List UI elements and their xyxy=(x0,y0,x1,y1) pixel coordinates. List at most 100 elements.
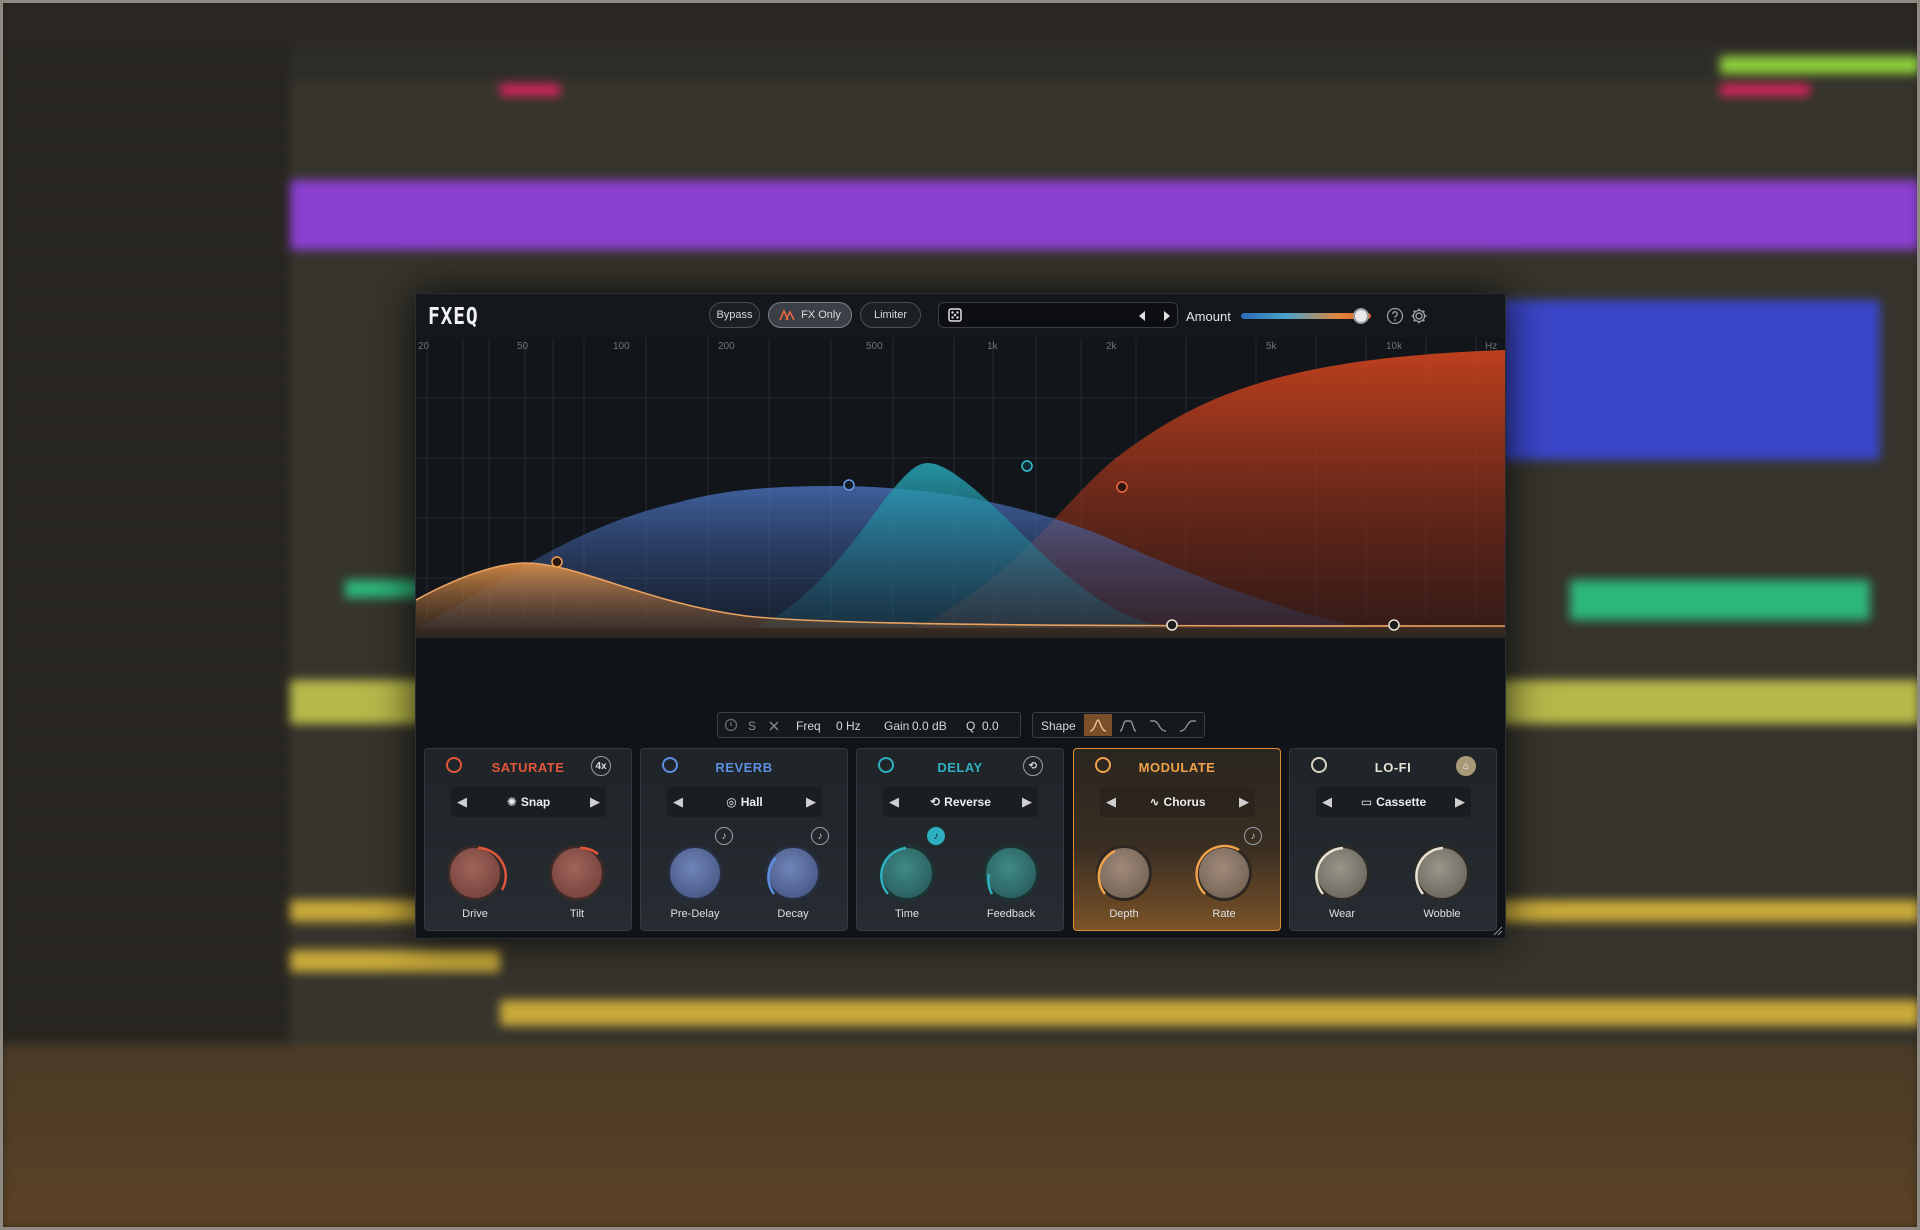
amount-label: Amount xyxy=(1186,309,1231,324)
pre-delay-knob[interactable] xyxy=(667,845,723,901)
rate-sync-note-icon[interactable]: ♪ xyxy=(1244,827,1262,845)
daw-track-row xyxy=(0,616,290,642)
preset-next-icon[interactable] xyxy=(1162,310,1172,322)
daw-track-row xyxy=(0,512,290,538)
daw-track-row xyxy=(0,980,290,1006)
band-freq-value[interactable]: 0 Hz xyxy=(836,719,861,733)
band-q-value[interactable]: 0.0 xyxy=(982,719,999,733)
decay-knob[interactable] xyxy=(765,845,821,901)
reverb-next-icon[interactable]: ▶ xyxy=(806,794,816,810)
daw-clip xyxy=(500,84,560,96)
delay-pingpong-icon[interactable]: ⟲ xyxy=(1023,756,1043,776)
bypass-button[interactable]: Bypass xyxy=(709,302,760,328)
reverb-type-selector[interactable]: ◀ ◎ Hall ▶ xyxy=(667,787,822,817)
saturate-type-selector[interactable]: ◀ ✺ Snap ▶ xyxy=(451,787,606,817)
rate-label: Rate xyxy=(1212,908,1236,920)
fx-only-icon xyxy=(779,309,795,321)
daw-track-row xyxy=(0,356,290,382)
band-gain-label: Gain xyxy=(884,719,910,733)
shape-notch-icon[interactable] xyxy=(1114,714,1142,736)
shape-bell-icon[interactable] xyxy=(1084,714,1112,736)
limiter-button[interactable]: Limiter xyxy=(860,302,921,328)
modulate-next-icon[interactable]: ▶ xyxy=(1239,794,1249,810)
snap-icon: ✺ xyxy=(506,795,517,809)
freq-label: 5k xyxy=(1266,341,1277,352)
daw-track-row xyxy=(0,720,290,746)
reverse-icon: ⟲ xyxy=(930,795,941,809)
module-delay: DELAY ⟲ ◀ ⟲ Reverse ▶ ♪ Time Feedback xyxy=(856,748,1064,931)
band-node-delay[interactable] xyxy=(1021,460,1033,472)
module-modulate: MODULATE ◀ ∿ Chorus ▶ ♪ Depth Rate xyxy=(1073,748,1281,931)
lofi-type-value: ▭ Cassette xyxy=(1360,795,1427,809)
shape-low-shelf-icon[interactable] xyxy=(1144,714,1172,736)
rate-knob[interactable] xyxy=(1195,844,1252,901)
feedback-knob[interactable] xyxy=(983,845,1039,901)
band-gain-value[interactable]: 0.0 dB xyxy=(912,719,947,733)
daw-track-row xyxy=(0,1006,290,1032)
daw-track-row xyxy=(0,434,290,460)
daw-track-row xyxy=(0,304,290,330)
daw-clip xyxy=(1720,84,1810,96)
wobble-knob[interactable] xyxy=(1414,845,1470,901)
pre-delay-label: Pre-Delay xyxy=(670,908,720,920)
dice-icon[interactable] xyxy=(948,308,962,322)
preset-browser[interactable] xyxy=(938,302,1178,328)
daw-track-row xyxy=(0,148,290,174)
settings-gear-icon[interactable] xyxy=(1409,306,1429,326)
reverb-title: REVERB xyxy=(715,760,773,775)
daw-bottom-panel xyxy=(0,1044,1920,1230)
daw-clip xyxy=(290,180,1920,250)
eq-graph[interactable]: 20 50 100 200 500 1k 2k 5k 10k Hz xyxy=(416,338,1505,638)
band-delete-icon[interactable] xyxy=(768,720,780,732)
resize-grip-icon[interactable] xyxy=(1493,926,1503,936)
tilt-knob[interactable] xyxy=(549,845,605,901)
daw-ruler xyxy=(290,44,1920,80)
daw-track-row xyxy=(0,252,290,278)
modulate-type-selector[interactable]: ◀ ∿ Chorus ▶ xyxy=(1100,787,1255,817)
daw-track-row xyxy=(0,538,290,564)
lofi-type-selector[interactable]: ◀ ▭ Cassette ▶ xyxy=(1316,787,1471,817)
band-power-icon[interactable] xyxy=(724,718,738,732)
freq-label: 200 xyxy=(718,341,735,352)
fx-only-button[interactable]: FX Only xyxy=(768,302,852,328)
delay-type-value: ⟲ Reverse xyxy=(930,795,991,809)
time-knob[interactable] xyxy=(879,845,935,901)
band-node-reverb[interactable] xyxy=(843,479,855,491)
predelay-sync-note-icon[interactable]: ♪ xyxy=(715,827,733,845)
module-reverb: REVERB ◀ ◎ Hall ▶ ♪ ♪ Pre-Delay Decay xyxy=(640,748,848,931)
drive-knob[interactable] xyxy=(447,845,507,901)
freq-label: 2k xyxy=(1106,341,1117,352)
daw-track-row xyxy=(0,460,290,486)
lofi-next-icon[interactable]: ▶ xyxy=(1455,794,1465,810)
band-control-bar: S Freq 0 Hz Gain 0.0 dB Q 0.0 xyxy=(717,712,1021,738)
band-node-saturate[interactable] xyxy=(1116,481,1128,493)
daw-track-row xyxy=(0,798,290,824)
shape-high-shelf-icon[interactable] xyxy=(1174,714,1202,736)
band-node-modulate[interactable] xyxy=(551,556,563,568)
depth-knob[interactable] xyxy=(1096,845,1152,901)
daw-track-row xyxy=(0,902,290,928)
decay-sync-note-icon[interactable]: ♪ xyxy=(811,827,829,845)
chorus-wave-icon: ∿ xyxy=(1149,795,1160,809)
delay-type-selector[interactable]: ◀ ⟲ Reverse ▶ xyxy=(883,787,1038,817)
help-icon[interactable] xyxy=(1385,306,1405,326)
lofi-character-icon[interactable]: ⌂ xyxy=(1456,756,1476,776)
feedback-label: Feedback xyxy=(986,908,1036,920)
wear-knob[interactable] xyxy=(1314,845,1370,901)
band-node-lofi-low[interactable] xyxy=(1166,619,1178,631)
daw-track-row xyxy=(0,824,290,850)
modulate-type-value: ∿ Chorus xyxy=(1149,795,1206,809)
freq-label: Hz xyxy=(1485,341,1498,352)
band-solo-button[interactable]: S xyxy=(748,719,756,733)
amount-slider[interactable] xyxy=(1241,308,1371,324)
daw-track-row xyxy=(0,96,290,122)
amount-slider-handle[interactable] xyxy=(1352,308,1369,324)
saturate-next-icon[interactable]: ▶ xyxy=(590,794,600,810)
saturate-oversample-badge[interactable]: 4x xyxy=(591,756,611,776)
time-sync-note-icon[interactable]: ♪ xyxy=(927,827,945,845)
daw-track-row xyxy=(0,278,290,304)
preset-prev-icon[interactable] xyxy=(1137,310,1147,322)
delay-next-icon[interactable]: ▶ xyxy=(1022,794,1032,810)
band-node-lofi-high[interactable] xyxy=(1388,619,1400,631)
daw-track-row xyxy=(0,330,290,356)
